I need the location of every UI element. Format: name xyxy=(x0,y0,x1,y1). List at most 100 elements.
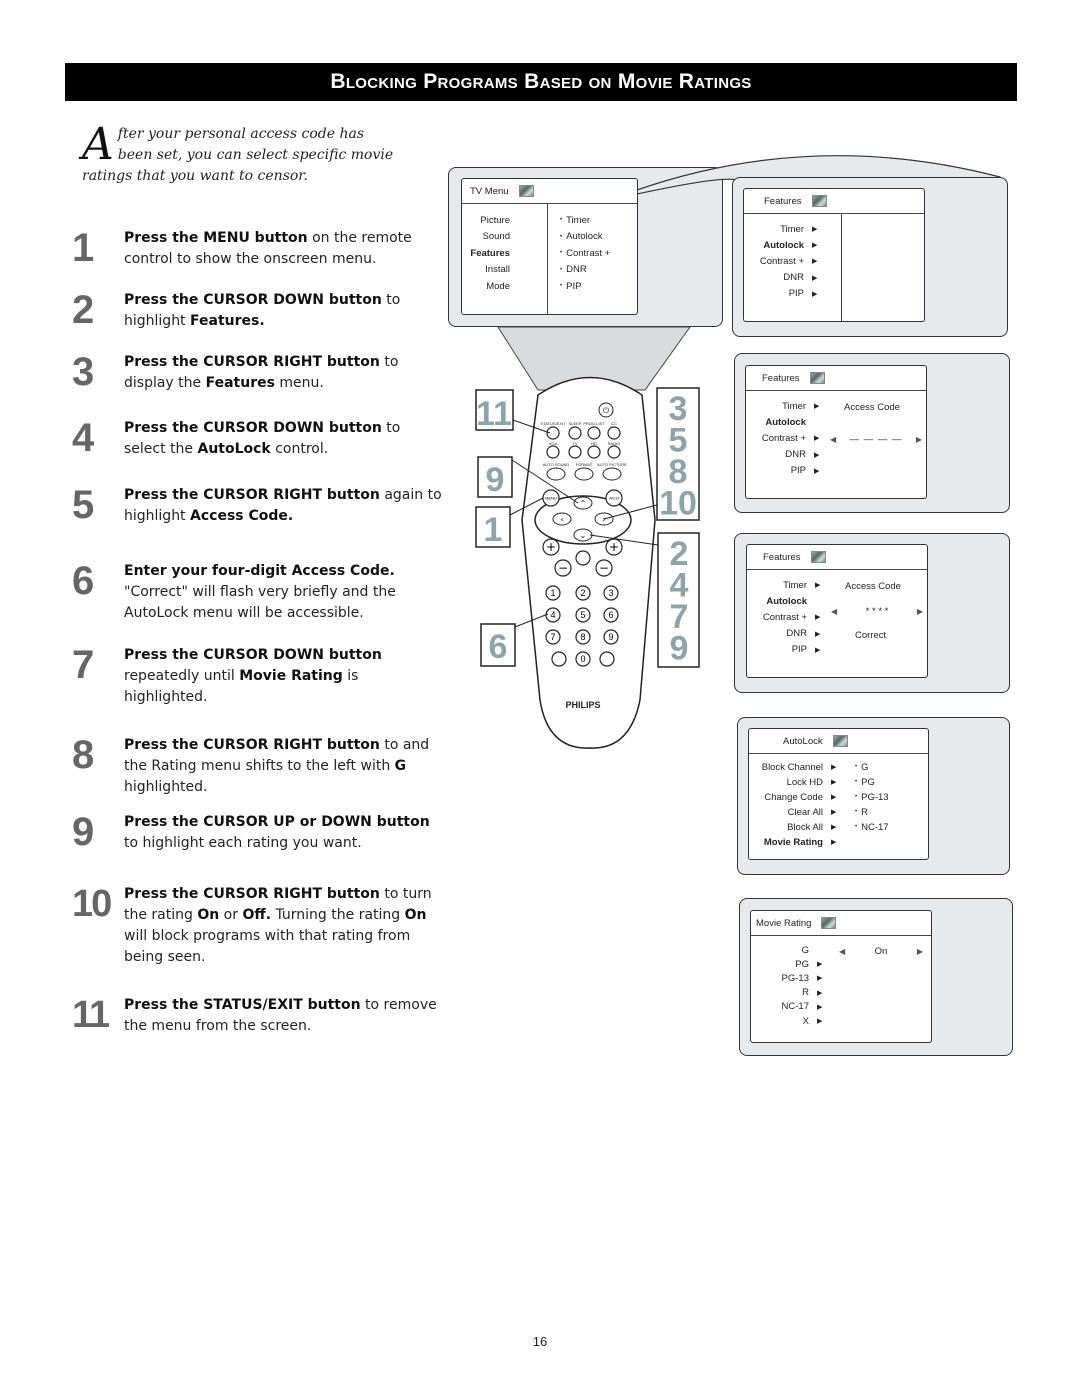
tv-submenu-item[interactable]: • PIP xyxy=(560,278,636,294)
features-item[interactable]: PIP ▶ xyxy=(750,286,818,302)
autolock-item[interactable]: Change Code ▶ xyxy=(753,789,836,805)
autolock-rating[interactable]: • G xyxy=(855,759,901,775)
keypad-blank-left[interactable] xyxy=(551,651,567,667)
menu-item-label: DNR xyxy=(785,449,806,461)
menu-item-label: Contrast + xyxy=(761,432,806,444)
features-item[interactable]: Contrast + ▶ xyxy=(752,430,819,446)
access-code-label: Access Code xyxy=(844,401,900,413)
autolock-item[interactable]: Movie Rating ▶ xyxy=(753,834,837,850)
autolock-rating[interactable]: • PG xyxy=(855,774,901,790)
submenu-arrow-icon: ▶ xyxy=(812,290,818,298)
step-emphasis: Press the CURSOR RIGHT button xyxy=(124,354,380,370)
autolock-rating[interactable]: • R xyxy=(855,804,901,820)
submenu-arrow-icon: ▶ xyxy=(831,779,837,786)
auto-sound-label: AUTO SOUND xyxy=(543,462,570,467)
submenu-arrow-icon: ▶ xyxy=(814,435,820,443)
remote-row2-label: RADIO xyxy=(608,441,621,446)
remote-row2-button-3[interactable] xyxy=(607,445,621,459)
features-item[interactable]: Autolock xyxy=(752,414,806,430)
remote-row2-button-2[interactable] xyxy=(587,445,601,459)
step-emphasis: Press the CURSOR RIGHT button xyxy=(124,886,380,902)
keypad-blank-right[interactable] xyxy=(599,651,615,667)
tv-menu-item[interactable]: Features xyxy=(464,245,535,261)
step-2: 2 Press the CURSOR DOWN button to highlig… xyxy=(72,290,442,332)
step-emphasis: Press the CURSOR DOWN button xyxy=(124,292,382,308)
step-text: Press the CURSOR RIGHT button to display… xyxy=(124,352,442,394)
step-number: 11 xyxy=(72,994,110,1036)
menu-item-label: Clear All xyxy=(787,806,823,818)
menu-item-label: Picture xyxy=(480,214,510,226)
tv-menu-item[interactable]: Picture xyxy=(464,212,535,228)
access-code-value[interactable]: — — — — xyxy=(850,434,903,445)
tv-menu-item[interactable]: Mode xyxy=(464,278,535,294)
features-item[interactable]: Timer ▶ xyxy=(753,577,820,593)
features-item[interactable]: DNR ▶ xyxy=(753,626,820,642)
step-text: Press the CURSOR RIGHT button to turn th… xyxy=(124,884,442,968)
step-body: "Correct" will flash very briefly and th… xyxy=(124,584,396,621)
autolock-item[interactable]: Lock HD ▶ xyxy=(753,774,837,790)
features-item[interactable]: Contrast + ▶ xyxy=(753,609,820,625)
menu-item-label: PG xyxy=(861,776,875,788)
step-emphasis: Features. xyxy=(190,313,265,329)
submenu-arrow-icon: ▶ xyxy=(812,258,818,266)
features-item[interactable]: PIP ▶ xyxy=(753,642,821,658)
auto-sound-button[interactable] xyxy=(546,467,566,481)
features-item[interactable]: Timer ▶ xyxy=(752,398,819,414)
step-body: will block programs with that rating fro… xyxy=(124,928,411,965)
mute-button[interactable] xyxy=(575,550,591,566)
features-item[interactable]: DNR ▶ xyxy=(752,447,819,463)
submenu-arrow-icon: ▶ xyxy=(812,274,818,282)
autolock-item[interactable]: Block All ▶ xyxy=(753,819,836,835)
rating-item[interactable]: X ▶ xyxy=(757,1013,823,1029)
rating-value[interactable]: On xyxy=(875,946,888,957)
remote-button-2[interactable] xyxy=(587,426,601,440)
step-emphasis: Press the CURSOR DOWN button xyxy=(124,420,382,436)
features-item[interactable]: Contrast + ▶ xyxy=(750,253,817,269)
channel-down-icon: − xyxy=(599,561,609,575)
features-item[interactable]: DNR ▶ xyxy=(750,270,817,286)
features-item[interactable]: Timer ▶ xyxy=(750,221,817,237)
step-number: 7 xyxy=(72,643,95,687)
autolock-item[interactable]: Clear All ▶ xyxy=(753,804,837,820)
callout-9: 9 xyxy=(486,461,505,499)
keypad-button-1-label: 1 xyxy=(550,588,555,598)
menu-item-label: PIP xyxy=(791,644,807,656)
step-number: 10 xyxy=(72,883,112,925)
tv-menu-item[interactable]: Sound xyxy=(464,229,535,245)
features-item[interactable]: PIP ▶ xyxy=(752,463,820,479)
auto-picture-button[interactable] xyxy=(602,467,622,481)
access-code-status: Correct xyxy=(855,629,887,641)
format-label: FORMAT xyxy=(576,462,593,467)
features-item[interactable]: Autolock xyxy=(753,593,807,609)
auto-picture-label: AUTO PICTURE xyxy=(597,462,627,467)
tv-submenu-item[interactable]: • Autolock xyxy=(560,229,636,245)
callout-number: 9 xyxy=(670,630,689,668)
tv-submenu-item[interactable]: • Timer xyxy=(560,212,636,228)
step-number: 2 xyxy=(72,288,95,332)
format-button[interactable] xyxy=(574,467,594,481)
autolock-rating[interactable]: • PG-13 xyxy=(855,789,901,805)
remote-row2-button-0[interactable] xyxy=(546,445,560,459)
access-code-value[interactable]: * * * * xyxy=(866,606,889,617)
step-6: 6 Enter your four-digit Access Code. "Cor… xyxy=(72,561,442,624)
remote-button-1[interactable] xyxy=(568,426,582,440)
keypad-button-4-label: 4 xyxy=(550,610,555,620)
tv-submenu-item[interactable]: • DNR xyxy=(560,262,636,278)
features-item[interactable]: Autolock ▶ xyxy=(750,237,817,253)
menu-item-label: Contrast + xyxy=(762,611,807,623)
autolock-rating[interactable]: • NC-17 xyxy=(855,819,901,835)
autolock-item[interactable]: Block Channel ▶ xyxy=(753,759,837,775)
tv-menu-item[interactable]: Install xyxy=(464,262,535,278)
cursor-left-icon: ◀ xyxy=(839,946,846,956)
menu-item-label: Change Code xyxy=(764,791,823,803)
submenu-arrow-icon: ▶ xyxy=(814,451,820,459)
step-body: highlighted. xyxy=(124,779,208,795)
step-8: 8 Press the CURSOR RIGHT button to and th… xyxy=(72,735,442,798)
remote-button-3[interactable] xyxy=(607,426,621,440)
remote-row2-button-1[interactable] xyxy=(568,445,582,459)
submenu-arrow-icon: ▶ xyxy=(831,794,837,801)
step-text: Press the CURSOR DOWN button to select t… xyxy=(124,418,442,460)
step-text: Press the CURSOR UP or DOWN button to hi… xyxy=(124,812,442,854)
features-icon xyxy=(811,195,827,207)
tv-submenu-item[interactable]: • Contrast + xyxy=(560,245,636,261)
